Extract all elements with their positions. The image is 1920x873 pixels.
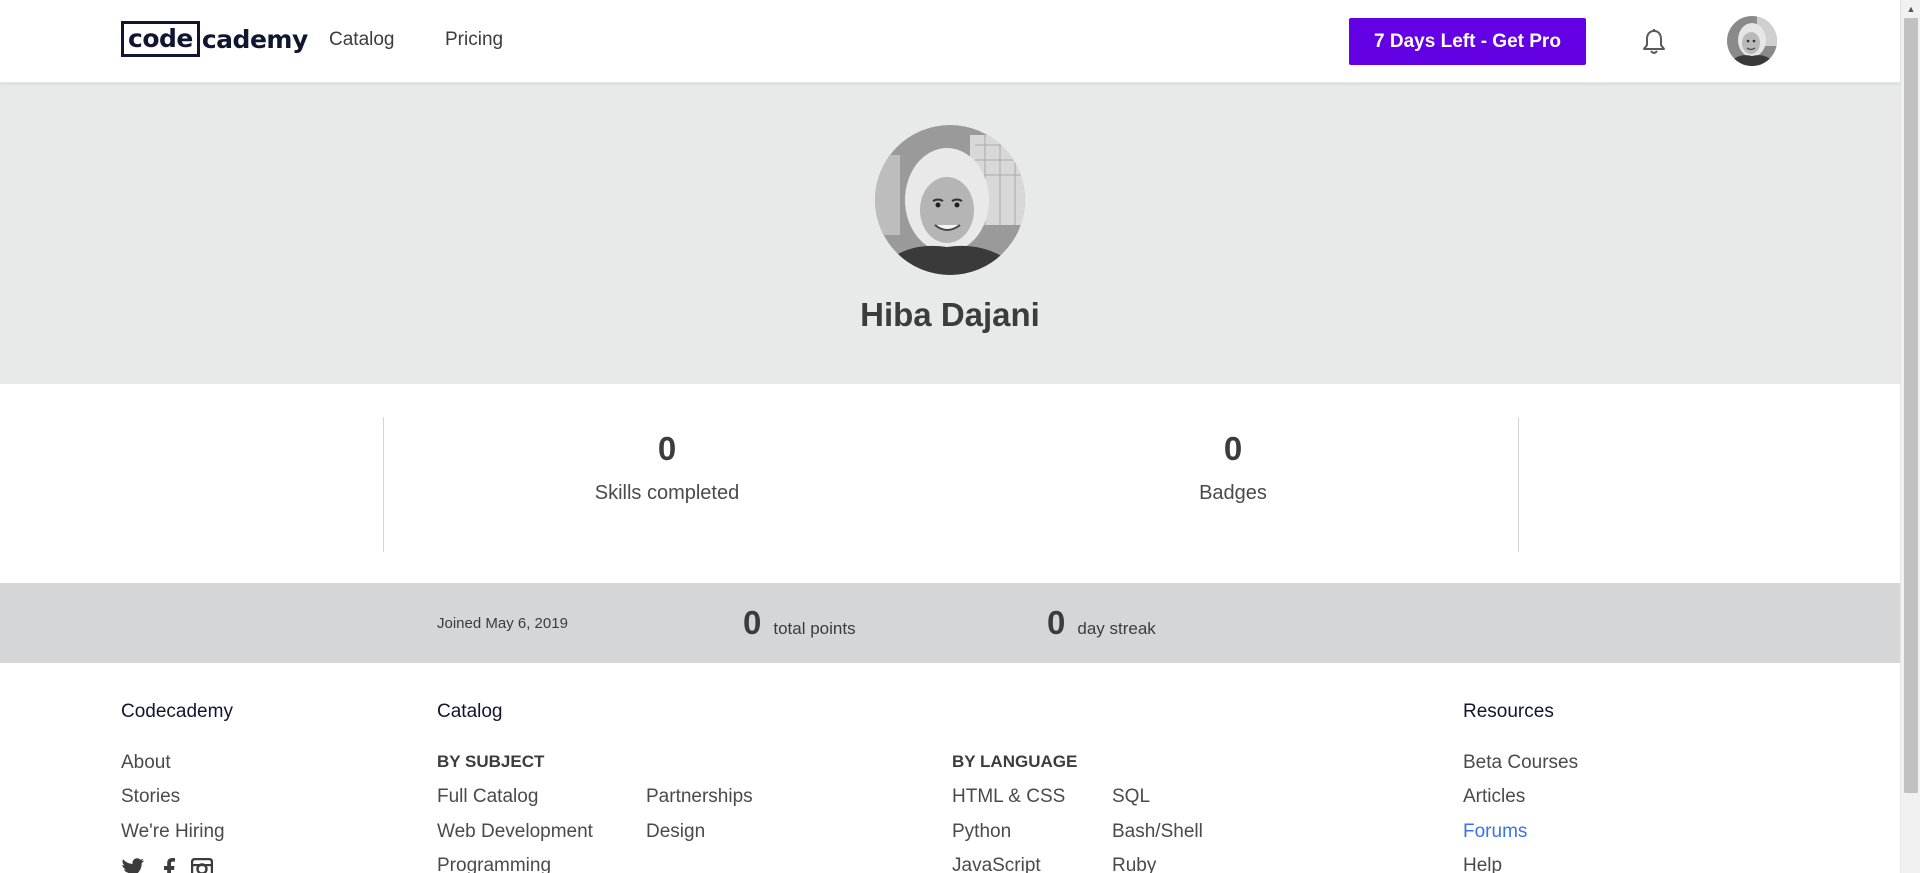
footer-design-link[interactable]: Design <box>646 821 705 843</box>
bell-icon[interactable] <box>1641 28 1667 56</box>
footer-python-link[interactable]: Python <box>952 821 1011 843</box>
codecademy-logo[interactable]: code cademy <box>121 21 308 57</box>
day-streak-label: day streak <box>1077 619 1156 638</box>
badges-stat: 0 Badges <box>1083 430 1383 505</box>
day-streak-value: 0 <box>1047 604 1066 641</box>
nav-pricing-link[interactable]: Pricing <box>445 29 503 51</box>
footer-resources-heading: Resources <box>1463 701 1554 722</box>
joined-date: Joined May 6, 2019 <box>437 615 568 632</box>
twitter-icon[interactable] <box>121 858 145 873</box>
stats-divider-left <box>383 417 384 552</box>
footer-ruby-link[interactable]: Ruby <box>1112 855 1156 873</box>
footer-help-link[interactable]: Help <box>1463 855 1502 873</box>
profile-avatar <box>875 125 1025 275</box>
scrollbar-thumb[interactable] <box>1904 18 1918 793</box>
footer-hiring-link[interactable]: We're Hiring <box>121 821 225 843</box>
day-streak: 0 day streak <box>1047 604 1156 642</box>
profile-stats: 0 Skills completed 0 Badges <box>0 384 1900 583</box>
total-points-label: total points <box>773 619 856 638</box>
footer-web-development-link[interactable]: Web Development <box>437 821 593 843</box>
skills-completed-value: 0 <box>657 430 677 467</box>
get-pro-button[interactable]: 7 Days Left - Get Pro <box>1349 18 1586 65</box>
logo-text: cademy <box>201 24 308 54</box>
total-points-value: 0 <box>743 604 762 641</box>
footer-sql-link[interactable]: SQL <box>1112 786 1150 808</box>
footer-beta-courses-link[interactable]: Beta Courses <box>1463 752 1578 774</box>
footer-html-css-link[interactable]: HTML & CSS <box>952 786 1065 808</box>
facebook-icon[interactable] <box>163 858 175 873</box>
nav-catalog-link[interactable]: Catalog <box>329 29 395 51</box>
scroll-up-arrow-icon[interactable]: ▲ <box>1901 0 1920 18</box>
footer-by-language-heading: BY LANGUAGE <box>952 752 1078 771</box>
badges-value: 0 <box>1223 430 1243 467</box>
footer-full-catalog-link[interactable]: Full Catalog <box>437 786 538 808</box>
footer-about-link[interactable]: About <box>121 752 171 774</box>
instagram-icon[interactable] <box>191 858 213 873</box>
footer-codecademy-heading: Codecademy <box>121 701 233 722</box>
logo-boxed-text: code <box>121 21 200 57</box>
footer-programming-link[interactable]: Programming <box>437 855 551 873</box>
footer-forums-link[interactable]: Forums <box>1463 821 1527 843</box>
footer-catalog-heading: Catalog <box>437 701 503 722</box>
footer-articles-link[interactable]: Articles <box>1463 786 1525 808</box>
profile-name: Hiba Dajani <box>860 296 1040 333</box>
profile-info-strip: Joined May 6, 2019 0 total points 0 day … <box>0 583 1900 663</box>
user-avatar-icon[interactable] <box>1727 16 1777 66</box>
top-navigation-bar: code cademy Catalog Pricing 7 Days Left … <box>0 0 1900 83</box>
footer-by-subject-heading: BY SUBJECT <box>437 752 545 771</box>
stats-divider-right <box>1518 417 1519 552</box>
footer-javascript-link[interactable]: JavaScript <box>952 855 1041 873</box>
footer-partnerships-link[interactable]: Partnerships <box>646 786 753 808</box>
skills-completed-stat: 0 Skills completed <box>517 430 817 505</box>
badges-label: Badges <box>1199 482 1267 504</box>
page-scrollbar[interactable]: ▲ <box>1900 0 1920 873</box>
total-points: 0 total points <box>743 604 856 642</box>
site-footer: Codecademy About Stories We're Hiring Ca… <box>0 663 1900 873</box>
footer-stories-link[interactable]: Stories <box>121 786 180 808</box>
profile-hero: Hiba Dajani <box>0 83 1900 384</box>
skills-completed-label: Skills completed <box>594 482 740 504</box>
footer-bash-shell-link[interactable]: Bash/Shell <box>1112 821 1203 843</box>
